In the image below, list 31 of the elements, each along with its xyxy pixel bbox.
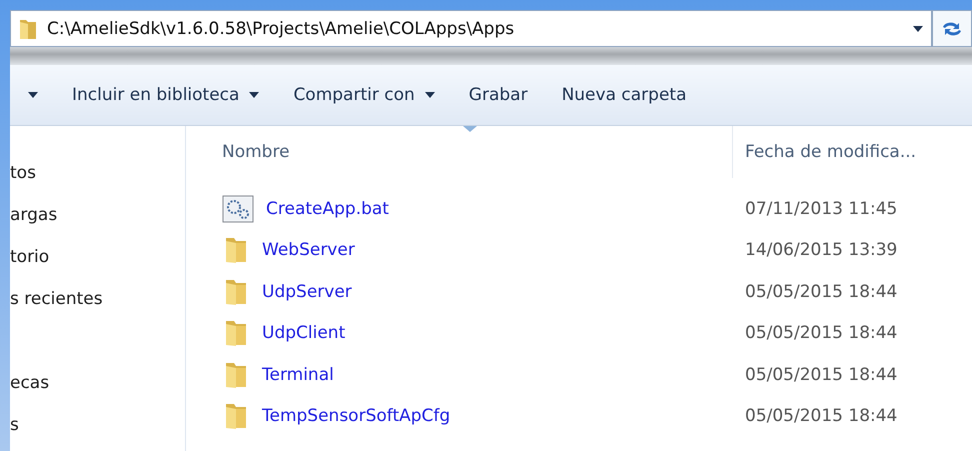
file-name[interactable]: UdpClient <box>262 323 346 344</box>
toolbar-button[interactable]: Grabar <box>454 79 542 111</box>
nav-item[interactable]: s <box>10 404 185 446</box>
nav-item[interactable]: s recientes <box>10 278 185 320</box>
file-name[interactable]: WebServer <box>262 240 355 260</box>
refresh-icon <box>940 20 964 38</box>
file-name[interactable]: UdpServer <box>262 282 352 302</box>
address-bar[interactable]: C:\AmelieSdk\v1.6.0.58\Projects\Amelie\COLApps\Apps <box>10 10 932 47</box>
modified-date: 05/05/2015 18:44 <box>744 323 898 344</box>
file-name[interactable]: CreateApp.bat <box>266 198 389 219</box>
toolbar-button[interactable]: Compartir con <box>279 79 449 111</box>
modified-date: 05/05/2015 18:44 <box>744 364 898 385</box>
toolbar-button[interactable]: Incluir en biblioteca <box>58 79 274 111</box>
modified-date: 07/11/2013 11:45 <box>744 198 898 219</box>
toolbar-button[interactable]: Nueva carpeta <box>548 79 700 111</box>
nav-item[interactable]: ecas <box>10 362 185 404</box>
refresh-button[interactable] <box>932 10 972 47</box>
file-name[interactable]: Terminal <box>262 364 334 385</box>
nav-item[interactable]: argas <box>10 194 185 236</box>
column-header[interactable]: Nombre <box>186 126 732 178</box>
gear-file-icon <box>222 194 254 223</box>
column-header[interactable]: Fecha de modifica... <box>732 126 972 178</box>
folder-icon <box>19 18 37 40</box>
dropdown-icon <box>913 26 923 32</box>
nav-item[interactable]: torio <box>10 236 185 278</box>
address-path: C:\AmelieSdk\v1.6.0.58\Projects\Amelie\COLApps\Apps <box>47 18 516 38</box>
modified-date: 05/05/2015 18:44 <box>744 282 898 302</box>
nav-item[interactable]: tos <box>10 152 185 194</box>
modified-date: 05/05/2015 18:44 <box>744 406 898 426</box>
file-name[interactable]: TempSensorSoftApCfg <box>262 406 450 426</box>
modified-date: 14/06/2015 13:39 <box>744 240 898 260</box>
